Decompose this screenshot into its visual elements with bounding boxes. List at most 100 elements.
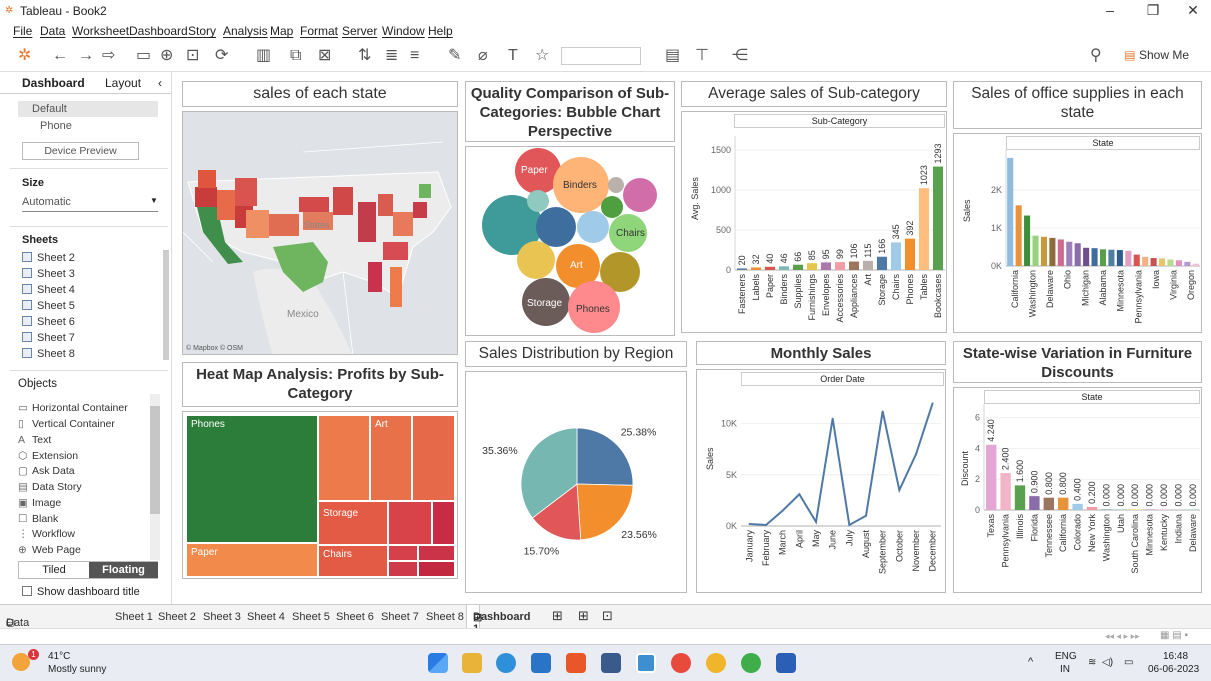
collapse-icon[interactable]: ‹	[158, 76, 162, 90]
bubble[interactable]	[536, 207, 576, 247]
object-web-page[interactable]: ⊕ Web Page	[18, 544, 81, 556]
object-vertical-container[interactable]: ▯ Vertical Container	[18, 418, 115, 430]
object-image[interactable]: ▣ Image	[18, 497, 61, 509]
object-workflow[interactable]: ⋮ Workflow	[18, 528, 75, 540]
avg-panel[interactable]: Sub-Category 0 500 1000 1500 20 32 40 46 66 85 95 9…	[681, 111, 947, 333]
new-worksheet-icon[interactable]: ▥	[256, 46, 271, 66]
wifi-icon[interactable]: ≋	[1088, 657, 1096, 668]
device-icon[interactable]: ⊤	[695, 46, 709, 66]
device-default[interactable]: Default	[32, 103, 67, 115]
windows-start-icon[interactable]	[428, 653, 448, 673]
menu-format[interactable]: Format	[300, 24, 338, 38]
sheet-item-7[interactable]: Sheet 7	[22, 332, 75, 344]
menu-help[interactable]: Help	[428, 24, 453, 38]
heatmap-cell-5[interactable]	[388, 545, 418, 561]
new-story-tab-icon[interactable]: ⊡	[602, 608, 613, 624]
heatmap-cell-4[interactable]	[432, 501, 455, 545]
forward-icon[interactable]: →	[78, 46, 94, 66]
sheet-item-2[interactable]: Sheet 2	[22, 252, 75, 264]
heatmap-cell-chairs[interactable]: Chairs	[318, 545, 388, 577]
brave-icon[interactable]	[566, 653, 586, 673]
sheet-item-6[interactable]: Sheet 6	[22, 316, 75, 328]
object-data-story[interactable]: ▤ Data Story	[18, 481, 82, 493]
bubble-panel[interactable]: Paper Binders Chairs Art Storage Phones	[465, 146, 675, 336]
tab-sheet-2[interactable]: Sheet 2	[158, 611, 196, 623]
show-title-checkbox[interactable]: Show dashboard title	[22, 586, 140, 598]
new-worksheet-tab-icon[interactable]: ⊞	[552, 608, 563, 624]
bubble[interactable]	[517, 241, 555, 279]
object-blank[interactable]: ☐ Blank	[18, 513, 58, 525]
edge-icon[interactable]	[496, 653, 516, 673]
file-explorer-icon[interactable]	[462, 653, 482, 673]
tab-sheet-8[interactable]: Sheet 8	[426, 611, 464, 623]
menu-analysis[interactable]: Analysis	[223, 24, 268, 38]
object-horizontal-container[interactable]: ▭ Horizontal Container	[18, 402, 128, 414]
nav-arrows-icon[interactable]: ◂◂ ◂ ▸ ▸▸	[1105, 631, 1140, 642]
menu-worksheet[interactable]: Worksheet	[72, 24, 129, 38]
close-icon[interactable]: ✕	[1178, 2, 1208, 19]
object-ask-data[interactable]: ▢ Ask Data	[18, 465, 75, 477]
device-preview-button[interactable]: Device Preview	[22, 142, 139, 160]
bubble[interactable]	[601, 196, 623, 218]
sheet-item-8[interactable]: Sheet 8	[22, 348, 75, 360]
fit-dropdown[interactable]	[561, 47, 641, 65]
sheet-item-3[interactable]: Sheet 3	[22, 268, 75, 280]
size-dropdown-icon[interactable]: ▼	[150, 196, 158, 205]
datasource-icon[interactable]: ⊡	[186, 46, 199, 66]
bubble[interactable]	[577, 211, 609, 243]
tab-sheet-5[interactable]: Sheet 5	[292, 611, 330, 623]
bubble[interactable]	[527, 190, 549, 212]
battery-icon[interactable]: ▭	[1124, 657, 1133, 668]
duplicate-icon[interactable]: ⧉	[290, 46, 301, 66]
heatmap-cell-1[interactable]	[318, 415, 370, 501]
sheets-scrollbar[interactable]	[163, 250, 169, 360]
bubble[interactable]	[608, 177, 624, 193]
pin-icon[interactable]: ☆	[535, 46, 549, 66]
clock-date[interactable]: 06-06-2023	[1148, 664, 1199, 675]
bubble[interactable]	[623, 178, 657, 212]
device-phone[interactable]: Phone	[40, 120, 72, 132]
new-datasource-icon[interactable]: ⊕	[160, 46, 173, 66]
heatmap-cell-3[interactable]	[388, 501, 432, 545]
objects-scrollbar[interactable]	[150, 394, 160, 560]
lang-in[interactable]: IN	[1060, 664, 1070, 675]
tray-chevron-icon[interactable]: ^	[1028, 656, 1033, 668]
menu-map[interactable]: Map	[270, 24, 293, 38]
lang-eng[interactable]: ENG	[1055, 651, 1077, 662]
new-dashboard-tab-icon[interactable]: ⊞	[578, 608, 589, 624]
presentation-icon[interactable]: ▤	[665, 46, 680, 66]
heatmap-cell-storage[interactable]: Storage	[318, 501, 388, 545]
tab-sheet-4[interactable]: Sheet 4	[247, 611, 285, 623]
floating-button[interactable]: Floating	[89, 562, 158, 578]
tab-layout[interactable]: Layout	[105, 76, 141, 90]
app-icon[interactable]	[601, 653, 621, 673]
sort-asc-icon[interactable]: ≣	[385, 46, 398, 66]
tab-sheet-1[interactable]: Sheet 1	[115, 611, 153, 623]
redo-icon[interactable]: ⇨	[102, 46, 115, 66]
tab-sheet-7[interactable]: Sheet 7	[381, 611, 419, 623]
view-grid-icon[interactable]: ▦ ▤ ▪	[1160, 630, 1188, 641]
size-select[interactable]: Automatic	[22, 196, 71, 208]
menu-file[interactable]: File	[13, 24, 32, 38]
swap-icon[interactable]: ⇅	[358, 46, 371, 66]
tooltip-icon[interactable]: ⚲	[1090, 46, 1102, 66]
object-extension[interactable]: ⬡ Extension	[18, 450, 78, 462]
chrome-icon[interactable]	[671, 653, 691, 673]
refresh-icon[interactable]: ⟳	[215, 46, 228, 66]
menu-window[interactable]: Window	[382, 24, 425, 38]
labels-icon[interactable]: T	[508, 46, 518, 66]
heatmap-cell-2[interactable]	[412, 415, 455, 501]
menu-data[interactable]: Data	[40, 24, 65, 38]
tableau-taskbar-icon[interactable]	[636, 653, 656, 673]
sort-desc-icon[interactable]: ≡	[410, 46, 419, 66]
tiled-button[interactable]: Tiled	[19, 562, 89, 578]
chrome-profile-icon[interactable]	[706, 653, 726, 673]
highlight-icon[interactable]: ✎	[448, 46, 461, 66]
heatmap-cell-8[interactable]	[418, 561, 455, 577]
furn-panel[interactable]: State 0 2 4 6 4.240 2.400 1.600 0.900 0.800 0.800…	[953, 387, 1202, 593]
tab-sheet-6[interactable]: Sheet 6	[336, 611, 374, 623]
heatmap-cell-paper[interactable]: Paper	[186, 543, 318, 577]
heatmap-panel[interactable]: Phones Art Paper Storage Chairs	[182, 411, 458, 579]
heatmap-cell-art[interactable]: Art	[370, 415, 412, 501]
show-me-button[interactable]: ▤ Show Me	[1124, 48, 1189, 62]
